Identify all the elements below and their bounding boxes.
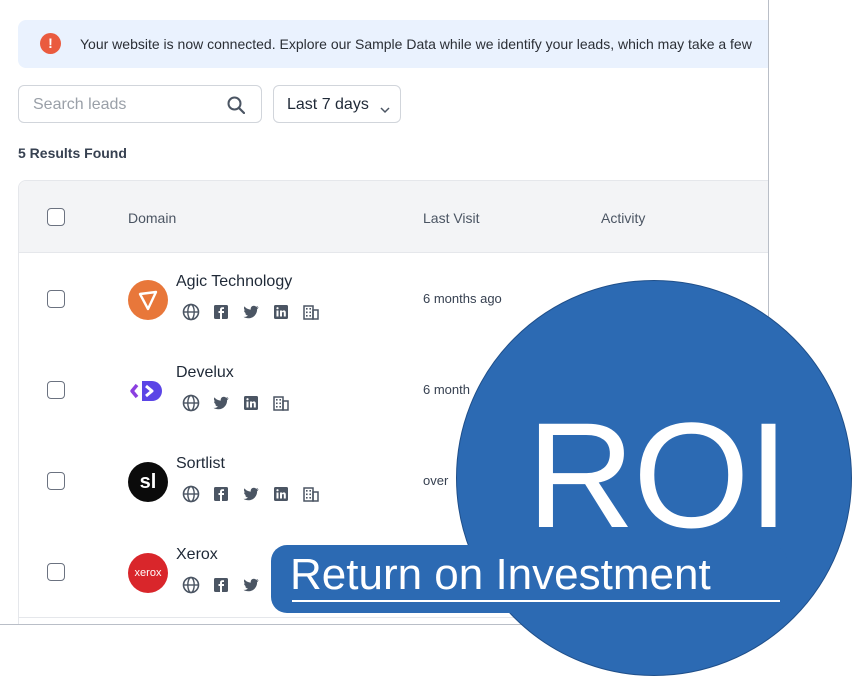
globe-icon[interactable] [182, 576, 200, 594]
twitter-icon[interactable] [242, 303, 260, 321]
linkedin-icon[interactable] [272, 303, 290, 321]
results-count: 5 Results Found [18, 145, 127, 161]
building-icon[interactable] [302, 485, 320, 503]
column-domain[interactable]: Domain [128, 210, 176, 226]
roi-title: ROI [526, 391, 790, 559]
chevron-down-icon [380, 101, 390, 119]
date-range-select[interactable]: Last 7 days [273, 85, 401, 123]
row-checkbox[interactable] [47, 381, 65, 399]
linkedin-icon[interactable] [272, 485, 290, 503]
building-icon[interactable] [302, 303, 320, 321]
xerox-logo: xerox [128, 553, 168, 593]
last-visit: 6 months ago [423, 291, 502, 306]
social-links [182, 303, 320, 321]
last-visit: over [423, 473, 449, 488]
facebook-icon[interactable] [212, 576, 230, 594]
company-name[interactable]: Agic Technology [176, 273, 292, 291]
banner-message: Your website is now connected. Explore o… [80, 36, 752, 52]
develux-logo [128, 371, 168, 411]
facebook-icon[interactable] [212, 485, 230, 503]
facebook-icon[interactable] [212, 303, 230, 321]
select-all-checkbox[interactable] [47, 208, 65, 226]
search-icon[interactable] [227, 96, 246, 119]
connection-banner: ! Your website is now connected. Explore… [18, 20, 768, 68]
table-header: Domain Last Visit Activity [19, 181, 768, 253]
twitter-icon[interactable] [212, 394, 230, 412]
social-links [182, 485, 320, 503]
building-icon[interactable] [272, 394, 290, 412]
row-checkbox[interactable] [47, 563, 65, 581]
company-name[interactable]: Develux [176, 364, 234, 382]
search-box[interactable] [18, 85, 262, 123]
twitter-icon[interactable] [242, 576, 260, 594]
roi-subtitle: Return on Investment [290, 550, 711, 599]
company-name[interactable]: Sortlist [176, 455, 225, 473]
column-activity[interactable]: Activity [601, 210, 645, 226]
row-checkbox[interactable] [47, 472, 65, 490]
globe-icon[interactable] [182, 485, 200, 503]
globe-icon[interactable] [182, 394, 200, 412]
last-visit: 6 month [423, 382, 470, 397]
date-range-value: Last 7 days [287, 96, 369, 113]
globe-icon[interactable] [182, 303, 200, 321]
search-input[interactable] [31, 94, 225, 116]
row-checkbox[interactable] [47, 290, 65, 308]
column-last-visit[interactable]: Last Visit [423, 210, 480, 226]
roi-underline [292, 600, 780, 602]
social-links [182, 394, 290, 412]
alert-circle-icon: ! [40, 33, 61, 54]
twitter-icon[interactable] [242, 485, 260, 503]
linkedin-icon[interactable] [242, 394, 260, 412]
agic-technology-logo [128, 280, 168, 320]
social-links [182, 576, 260, 594]
company-name[interactable]: Xerox [176, 546, 218, 564]
sortlist-logo: sl [128, 462, 168, 502]
